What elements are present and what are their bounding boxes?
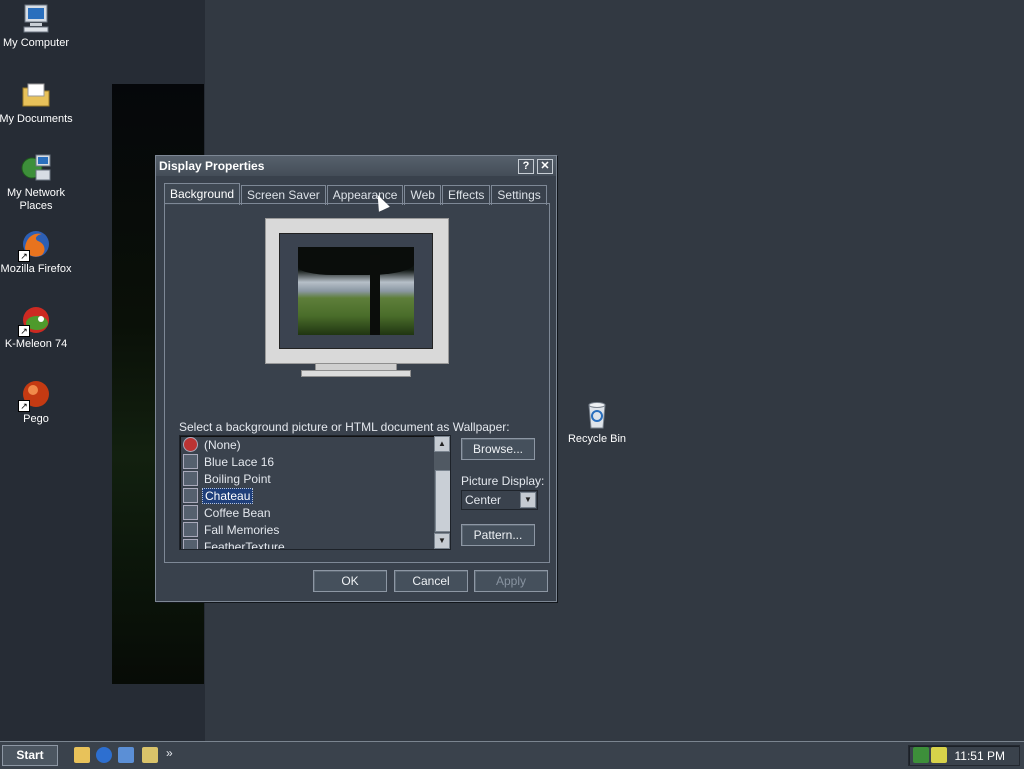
tab-strip: Background Screen Saver Appearance Web E… [164,183,548,205]
kmeleon-icon: ↗ [18,303,52,337]
list-item[interactable]: FeatherTexture [180,538,450,549]
desktop-icon-label: Recycle Bin [567,433,627,445]
help-button[interactable]: ? [518,158,534,174]
scroll-down-arrow-icon[interactable]: ▼ [434,533,450,549]
firefox-icon: ↗ [18,228,52,262]
desktop-icon-recycle-bin[interactable]: Recycle Bin [559,398,635,446]
show-desktop-icon[interactable] [74,747,90,763]
desktop-icon-label: My Documents [0,113,73,125]
wallpaper-list[interactable]: (None) Blue Lace 16 Boiling Point Chatea… [179,435,451,550]
tab-appearance[interactable]: Appearance [326,185,404,205]
explorer-icon[interactable] [142,747,158,763]
display-properties-dialog: Display Properties ? ✕ Background Screen… [155,155,557,602]
picture-display-select[interactable]: Center ▼ [461,490,538,510]
shortcut-arrow-icon: ↗ [18,325,30,337]
internet-explorer-icon[interactable] [96,747,112,763]
pattern-button[interactable]: Pattern... [461,524,535,546]
volume-tray-icon[interactable] [931,747,947,763]
desktop-icon-label: My Network Places [6,187,66,212]
list-item[interactable]: (None) [180,436,450,453]
bitmap-icon [183,539,198,549]
bitmap-icon [183,454,198,469]
desktop-icon-my-network-places[interactable]: My Network Places [0,152,74,213]
background-tab-panel: Select a background picture or HTML docu… [164,203,550,563]
list-item-selected[interactable]: Chateau [180,487,450,504]
desktop-icon-label: My Computer [2,37,70,49]
shortcut-arrow-icon: ↗ [18,250,30,262]
tab-settings[interactable]: Settings [491,185,547,205]
wallpaper-list-scrollbar[interactable]: ▲ ▼ [434,436,450,549]
desktop-icon-label: K-Meleon 74 [4,338,68,350]
dialog-title: Display Properties [159,159,265,173]
outlook-express-icon[interactable] [118,747,134,763]
network-tray-icon[interactable] [913,747,929,763]
desktop-icon-mozilla-firefox[interactable]: ↗ Mozilla Firefox [0,228,74,276]
recycle-bin-icon [581,398,613,430]
tab-effects[interactable]: Effects [441,185,491,205]
ok-button[interactable]: OK [313,570,387,592]
dialog-titlebar[interactable]: Display Properties ? ✕ [156,156,556,176]
desktop-icon-my-computer[interactable]: My Computer [0,2,74,50]
tab-web[interactable]: Web [404,185,441,205]
tab-background[interactable]: Background [164,183,241,205]
picture-display-label: Picture Display: [461,474,545,488]
pego-icon: ↗ [18,378,52,412]
apply-button[interactable]: Apply [474,570,548,592]
bitmap-icon [183,471,198,486]
shortcut-arrow-icon: ↗ [18,400,30,412]
close-button[interactable]: ✕ [537,158,553,174]
wallpaper-caption: Select a background picture or HTML docu… [179,420,510,434]
cancel-button[interactable]: Cancel [394,570,468,592]
taskbar: Start » 11:51 PM [0,741,1024,769]
start-button[interactable]: Start [2,745,58,766]
network-icon [20,152,52,184]
list-item[interactable]: Fall Memories [180,521,450,538]
browse-button[interactable]: Browse... [461,438,535,460]
list-item[interactable]: Boiling Point [180,470,450,487]
folder-icon [20,78,52,110]
clock[interactable]: 11:51 PM [955,749,1005,763]
computer-icon [20,2,52,34]
none-icon [183,437,198,452]
scroll-thumb[interactable] [435,470,450,532]
picture-display-value: Center [465,493,502,507]
desktop-icon-pego[interactable]: ↗ Pego [0,378,74,426]
system-tray: 11:51 PM [908,745,1020,766]
desktop-icon-label: Pego [23,413,49,425]
bitmap-icon [183,522,198,537]
bitmap-icon [183,488,198,503]
chevron-down-icon[interactable]: ▼ [520,492,536,508]
desktop-icon-my-documents[interactable]: My Documents [0,78,74,126]
desktop-icon-k-meleon[interactable]: ↗ K-Meleon 74 [0,303,74,351]
wallpaper-preview-monitor [265,218,449,377]
list-item[interactable]: Blue Lace 16 [180,453,450,470]
tab-screen-saver[interactable]: Screen Saver [241,185,326,205]
bitmap-icon [183,505,198,520]
quick-launch-overflow-icon[interactable]: » [166,746,173,760]
desktop-icon-label: Mozilla Firefox [0,263,72,275]
scroll-up-arrow-icon[interactable]: ▲ [434,436,450,452]
wallpaper-preview-image [298,247,414,335]
list-item[interactable]: Coffee Bean [180,504,450,521]
